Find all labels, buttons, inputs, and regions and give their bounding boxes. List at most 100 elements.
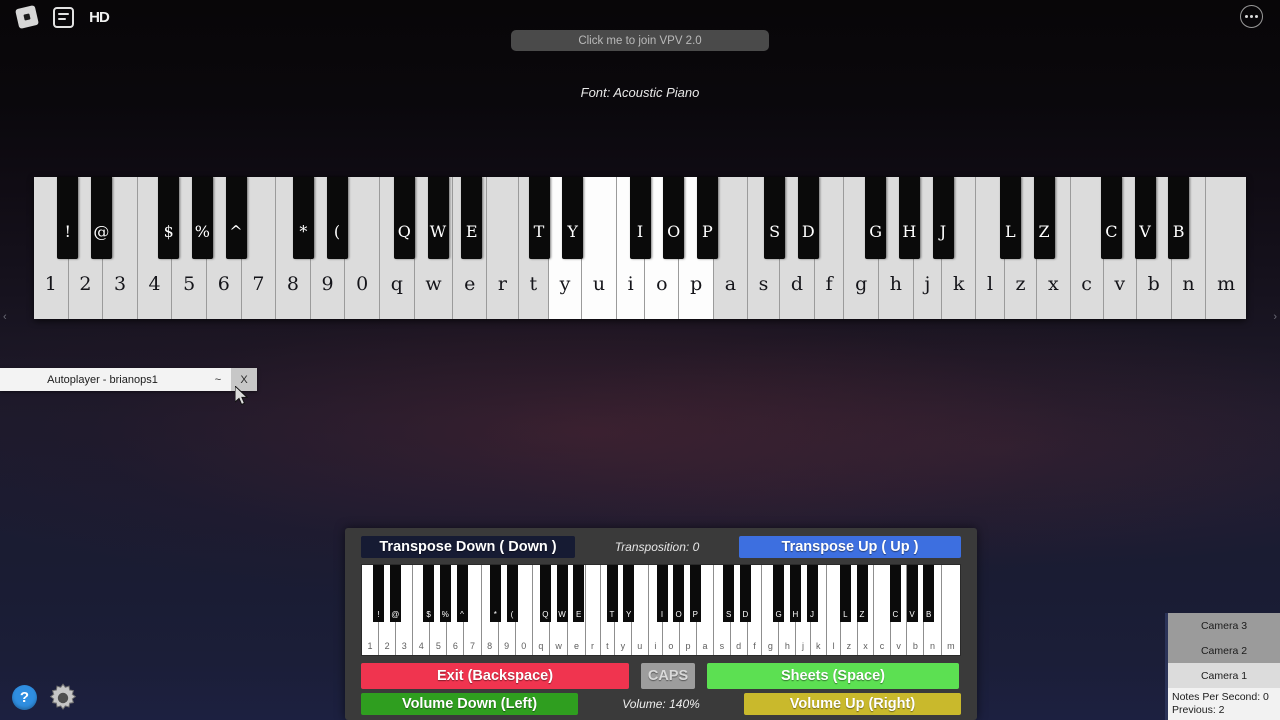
white-key-y[interactable]: y — [548, 177, 583, 319]
mini-white-key-2[interactable]: 2 — [379, 565, 397, 655]
key-label: o — [668, 641, 674, 651]
white-key-u[interactable]: u — [582, 177, 617, 319]
mini-white-key-9[interactable]: 9 — [498, 565, 516, 655]
mini-white-key-1[interactable]: 1 — [362, 565, 380, 655]
mini-white-key-z[interactable]: z — [841, 565, 858, 655]
mini-white-key-n[interactable]: n — [924, 565, 942, 655]
white-key-j[interactable]: j — [913, 177, 943, 319]
mini-white-key-w[interactable]: w — [549, 565, 569, 655]
key-label: m — [947, 641, 955, 651]
mini-white-key-b[interactable]: b — [907, 565, 925, 655]
white-key-t[interactable]: t — [518, 177, 549, 319]
gear-icon[interactable] — [46, 681, 80, 715]
mini-white-key-0[interactable]: 0 — [515, 565, 533, 655]
white-key-a[interactable]: a — [714, 177, 748, 319]
mini-white-key-x[interactable]: x — [857, 565, 875, 655]
mini-white-key-4[interactable]: 4 — [413, 565, 431, 655]
mini-white-key-h[interactable]: h — [779, 565, 797, 655]
white-key-9[interactable]: 9 — [310, 177, 346, 319]
join-vpv-button[interactable]: Click me to join VPV 2.0 — [511, 30, 769, 51]
mini-white-key-r[interactable]: r — [585, 565, 601, 655]
mini-white-key-v[interactable]: v — [890, 565, 908, 655]
white-key-2[interactable]: 2 — [68, 177, 104, 319]
transpose-up-button[interactable]: Transpose Up ( Up ) — [739, 536, 961, 558]
white-key-1[interactable]: 1 — [34, 177, 69, 319]
mini-white-key-e[interactable]: e — [568, 565, 586, 655]
autoplayer-window[interactable]: Autoplayer - brianops1 ~ X — [0, 368, 257, 391]
scroll-left-arrow[interactable]: ‹ — [3, 311, 7, 323]
white-key-z[interactable]: z — [1004, 177, 1038, 319]
mini-white-key-7[interactable]: 7 — [464, 565, 482, 655]
white-key-p[interactable]: p — [679, 177, 715, 319]
caps-button[interactable]: CAPS — [641, 663, 695, 689]
mini-white-key-s[interactable]: s — [714, 565, 731, 655]
mini-white-key-i[interactable]: i — [648, 565, 663, 655]
sheets-button[interactable]: Sheets (Space) — [707, 663, 959, 689]
camera-option-3[interactable]: Camera 3 — [1168, 613, 1280, 638]
white-key-0[interactable]: 0 — [345, 177, 380, 319]
camera-option-1[interactable]: Camera 1 — [1168, 663, 1280, 688]
mini-white-key-m[interactable]: m — [941, 565, 961, 655]
exit-button[interactable]: Exit (Backspace) — [361, 663, 629, 689]
mini-white-key-q[interactable]: q — [532, 565, 550, 655]
autoplayer-minimize-button[interactable]: ~ — [205, 374, 231, 386]
key-label: e — [573, 641, 579, 651]
white-key-8[interactable]: 8 — [276, 177, 311, 319]
white-key-d[interactable]: d — [780, 177, 815, 319]
help-button[interactable]: ? — [12, 685, 37, 710]
roblox-logo-icon[interactable] — [14, 4, 40, 30]
mini-white-key-f[interactable]: f — [747, 565, 763, 655]
white-key-q[interactable]: q — [379, 177, 415, 319]
white-key-c[interactable]: c — [1070, 177, 1104, 319]
scroll-right-arrow[interactable]: › — [1273, 311, 1277, 323]
white-key-k[interactable]: k — [942, 177, 977, 319]
white-key-5[interactable]: 5 — [172, 177, 207, 319]
transpose-down-button[interactable]: Transpose Down ( Down ) — [361, 536, 575, 558]
more-options-icon[interactable] — [1240, 5, 1263, 28]
white-key-f[interactable]: f — [814, 177, 845, 319]
white-key-m[interactable]: m — [1206, 177, 1246, 319]
white-key-e[interactable]: e — [453, 177, 488, 319]
volume-row: Volume Down (Left) Volume: 140% Volume U… — [361, 693, 961, 715]
mini-white-key-t[interactable]: t — [600, 565, 616, 655]
white-key-g[interactable]: g — [844, 177, 880, 319]
mini-white-key-g[interactable]: g — [762, 565, 780, 655]
white-key-r[interactable]: r — [487, 177, 519, 319]
white-key-n[interactable]: n — [1171, 177, 1207, 319]
mini-white-key-l[interactable]: l — [827, 565, 842, 655]
key-label: p — [685, 641, 691, 651]
white-key-3[interactable]: 3 — [103, 177, 138, 319]
mini-white-key-6[interactable]: 6 — [447, 565, 465, 655]
key-label: 9 — [321, 273, 334, 295]
white-key-v[interactable]: v — [1103, 177, 1137, 319]
white-key-x[interactable]: x — [1037, 177, 1071, 319]
camera-option-2[interactable]: Camera 2 — [1168, 638, 1280, 663]
mini-white-key-5[interactable]: 5 — [430, 565, 448, 655]
mini-white-key-8[interactable]: 8 — [481, 565, 499, 655]
white-key-6[interactable]: 6 — [206, 177, 242, 319]
mini-piano-preview[interactable]: 1234567890qwertyuiopasdfghjklzxcvbnm ! @ $… — [361, 564, 961, 656]
white-key-w[interactable]: w — [414, 177, 454, 319]
mini-white-key-d[interactable]: d — [730, 565, 748, 655]
white-key-l[interactable]: l — [976, 177, 1005, 319]
white-key-i[interactable]: i — [616, 177, 646, 319]
mini-white-key-a[interactable]: a — [697, 565, 715, 655]
piano-keyboard[interactable]: 1234567890qwertyuiopasdfghjklzxcvbnm ! @ $… — [34, 177, 1246, 319]
volume-up-button[interactable]: Volume Up (Right) — [744, 693, 961, 715]
white-key-h[interactable]: h — [879, 177, 914, 319]
white-key-b[interactable]: b — [1136, 177, 1172, 319]
mini-white-key-p[interactable]: p — [679, 565, 697, 655]
white-key-o[interactable]: o — [645, 177, 680, 319]
mini-white-key-3[interactable]: 3 — [396, 565, 414, 655]
mini-white-key-c[interactable]: c — [874, 565, 891, 655]
white-key-7[interactable]: 7 — [241, 177, 277, 319]
mini-white-key-y[interactable]: y — [615, 565, 632, 655]
volume-down-button[interactable]: Volume Down (Left) — [361, 693, 578, 715]
mini-white-key-j[interactable]: j — [796, 565, 811, 655]
white-key-s[interactable]: s — [747, 177, 781, 319]
chat-icon[interactable] — [50, 4, 76, 30]
mini-white-key-u[interactable]: u — [631, 565, 649, 655]
white-key-4[interactable]: 4 — [137, 177, 173, 319]
mini-white-key-o[interactable]: o — [662, 565, 680, 655]
mini-white-key-k[interactable]: k — [810, 565, 828, 655]
